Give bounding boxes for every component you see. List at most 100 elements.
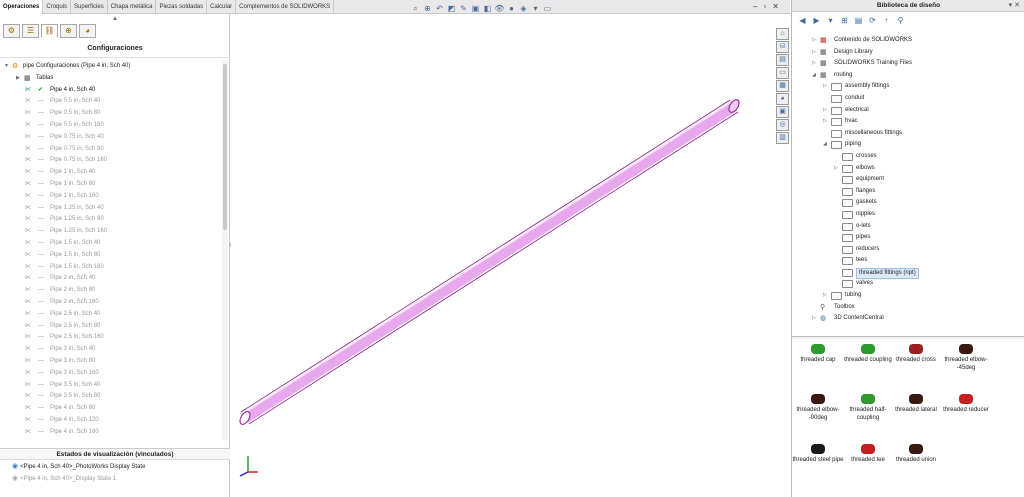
- property-manager-icon[interactable]: ☰: [22, 24, 39, 38]
- graphics-area[interactable]: [230, 14, 776, 497]
- library-item[interactable]: threaded elbow--90deg: [792, 394, 844, 422]
- custom-properties-icon[interactable]: ▣: [776, 106, 789, 118]
- library-tree-item[interactable]: conduit: [792, 93, 1024, 105]
- expand-arrow-icon[interactable]: ▼: [4, 61, 9, 73]
- library-tree-item[interactable]: ◢ piping: [792, 139, 1024, 151]
- tab-item[interactable]: Croquis: [43, 0, 72, 14]
- library-tree-item[interactable]: ▷ elbows: [792, 163, 1024, 175]
- library-item[interactable]: threaded half-coupling: [842, 394, 894, 422]
- add-ins-icon[interactable]: ▥: [776, 132, 789, 144]
- expand-arrow-icon[interactable]: ◢: [812, 70, 816, 82]
- library-item[interactable]: threaded tee: [842, 444, 894, 465]
- file-explorer-icon[interactable]: ▭: [776, 67, 789, 79]
- configuration-item[interactable]: ⋉ — Pipe 0.75 in, Sch 80: [0, 144, 222, 156]
- pipe-model[interactable]: [238, 98, 741, 426]
- display-manager-icon[interactable]: ◕: [79, 24, 96, 38]
- configuration-item[interactable]: ⋉ — Pipe 3.5 in, Sch 40: [0, 380, 222, 392]
- pane-splitter[interactable]: [792, 336, 1024, 339]
- configuration-item[interactable]: ⋉ ✔ Pipe 4 in, Sch 40: [0, 85, 222, 97]
- tree-root[interactable]: ▼ ⚙ pipe Configuraciones (Pipe 4 in, Sch…: [0, 61, 222, 73]
- configuration-item[interactable]: ⋉ — Pipe 3 in, Sch 160: [0, 368, 222, 380]
- configuration-item[interactable]: ⋉ — Pipe 0.5 in, Sch 40: [0, 96, 222, 108]
- add-to-library-icon[interactable]: ⊞: [840, 16, 849, 25]
- expand-arrow-icon[interactable]: ▷: [812, 47, 816, 59]
- library-tree-item[interactable]: ◢ ▦ routing: [792, 70, 1024, 82]
- library-tree-item[interactable]: threaded fittings (npt): [792, 267, 1024, 279]
- expand-arrow-icon[interactable]: ▷: [823, 116, 827, 128]
- display-style-icon[interactable]: ◧: [482, 4, 493, 14]
- expand-arrow-icon[interactable]: ▶: [16, 73, 20, 85]
- section-view-icon[interactable]: ◩: [446, 4, 457, 14]
- configuration-item[interactable]: ⋉ — Pipe 4 in, Sch 160: [0, 427, 222, 439]
- expand-arrow-icon[interactable]: ▷: [834, 163, 838, 175]
- tab-item[interactable]: Operaciones: [0, 0, 44, 14]
- configuration-item[interactable]: ⋉ — Pipe 2.5 in, Sch 80: [0, 321, 222, 333]
- configuration-item[interactable]: ⋉ — Pipe 1.25 in, Sch 80: [0, 214, 222, 226]
- configuration-item[interactable]: ⋉ — Pipe 1.25 in, Sch 40: [0, 203, 222, 215]
- expand-arrow-icon[interactable]: ▷: [823, 290, 827, 302]
- restore-icon[interactable]: ▫: [763, 2, 766, 11]
- hide-show-items-icon[interactable]: 👁: [494, 4, 505, 14]
- appearances-icon[interactable]: ◕: [776, 93, 789, 105]
- configuration-item[interactable]: ⋉ — Pipe 2.5 in, Sch 160: [0, 332, 222, 344]
- configuration-item[interactable]: ⋉ — Pipe 1.25 in, Sch 160: [0, 226, 222, 238]
- configuration-item[interactable]: ⋉ — Pipe 1.5 in, Sch 40: [0, 238, 222, 250]
- tab-item[interactable]: Calcular: [207, 0, 237, 14]
- library-tree-item[interactable]: ▷ electrical: [792, 105, 1024, 117]
- home-icon[interactable]: ⌂: [776, 28, 789, 40]
- configuration-manager-icon[interactable]: ⛓: [41, 24, 58, 38]
- apply-scene-icon[interactable]: ◈: [518, 4, 529, 14]
- library-item[interactable]: threaded lateral: [890, 394, 942, 415]
- expand-arrow-icon[interactable]: ▷: [812, 58, 816, 70]
- library-tree-item[interactable]: ▷ tubing: [792, 290, 1024, 302]
- configuration-item[interactable]: ⋉ — Pipe 2 in, Sch 80: [0, 285, 222, 297]
- up-icon[interactable]: ↑: [882, 16, 891, 25]
- tree-tables[interactable]: ▶ ▦ Tablas: [0, 73, 222, 85]
- tab-item[interactable]: Chapa metálica: [108, 0, 157, 14]
- tab-item[interactable]: Superficies: [71, 0, 108, 14]
- library-item[interactable]: threaded union: [890, 444, 942, 465]
- configuration-item[interactable]: ⋉ — Pipe 4 in, Sch 120: [0, 415, 222, 427]
- expand-arrow-icon[interactable]: ▷: [812, 313, 816, 325]
- configuration-item[interactable]: ⋉ — Pipe 1.5 in, Sch 80: [0, 250, 222, 262]
- design-library-icon[interactable]: ▤: [776, 54, 789, 66]
- configuration-item[interactable]: ⋉ — Pipe 1 in, Sch 160: [0, 191, 222, 203]
- expand-arrow-icon[interactable]: ▷: [812, 35, 816, 47]
- toolbox-icon[interactable]: ⚲: [896, 16, 905, 25]
- display-pane-icon[interactable]: ▭: [542, 4, 553, 14]
- library-tree-item[interactable]: ▷ hvac: [792, 116, 1024, 128]
- configuration-item[interactable]: ⋉ — Pipe 1 in, Sch 40: [0, 167, 222, 179]
- previous-view-icon[interactable]: ↶: [434, 4, 445, 14]
- library-tree-item[interactable]: equipment: [792, 174, 1024, 186]
- add-location-icon[interactable]: ▾: [826, 16, 835, 25]
- library-tree-item[interactable]: ▷ assembly fittings: [792, 81, 1024, 93]
- expand-arrow-icon[interactable]: ▷: [823, 105, 827, 117]
- library-item[interactable]: threaded cross: [890, 344, 942, 365]
- library-tree-item[interactable]: gaskets: [792, 197, 1024, 209]
- minimize-icon[interactable]: –: [753, 2, 757, 11]
- configuration-item[interactable]: ⋉ — Pipe 2 in, Sch 40: [0, 273, 222, 285]
- back-icon[interactable]: ◀: [798, 16, 807, 25]
- configuration-item[interactable]: ⋉ — Pipe 3 in, Sch 40: [0, 344, 222, 356]
- library-tree-item[interactable]: pipes: [792, 232, 1024, 244]
- dimxpert-manager-icon[interactable]: ⊕: [60, 24, 77, 38]
- library-tree-item[interactable]: flanges: [792, 186, 1024, 198]
- configuration-item[interactable]: ⋉ — Pipe 2.5 in, Sch 40: [0, 309, 222, 321]
- library-tree-item[interactable]: o-lets: [792, 221, 1024, 233]
- library-tree-item[interactable]: tees: [792, 255, 1024, 267]
- configuration-item[interactable]: ⋉ — Pipe 0.75 in, Sch 40: [0, 132, 222, 144]
- configuration-item[interactable]: ⋉ — Pipe 2 in, Sch 160: [0, 297, 222, 309]
- library-tree-item[interactable]: ▷ ▦ Contenido de SOLIDWORKS: [792, 35, 1024, 47]
- library-item[interactable]: threaded elbow--45deg: [940, 344, 992, 372]
- resources-icon[interactable]: ⛁: [776, 41, 789, 53]
- collapse-arrow-icon[interactable]: ▲: [112, 16, 118, 22]
- configuration-item[interactable]: ⋉ — Pipe 3 in, Sch 80: [0, 356, 222, 368]
- display-state-item[interactable]: ◉ <Pipe 4 in, Sch 40>_Display State 1: [12, 474, 116, 484]
- configuration-item[interactable]: ⋉ — Pipe 1.5 in, Sch 160: [0, 262, 222, 274]
- expand-arrow-icon[interactable]: ◢: [823, 139, 827, 151]
- display-state-item[interactable]: ◉ <Pipe 4 in, Sch 40>_PhotoWorks Display …: [12, 462, 145, 472]
- dynamic-annotation-icon[interactable]: ✎: [458, 4, 469, 14]
- library-item[interactable]: threaded coupling: [842, 344, 894, 365]
- library-tree-item[interactable]: miscellaneous fittings: [792, 128, 1024, 140]
- library-item[interactable]: threaded cap: [792, 344, 844, 365]
